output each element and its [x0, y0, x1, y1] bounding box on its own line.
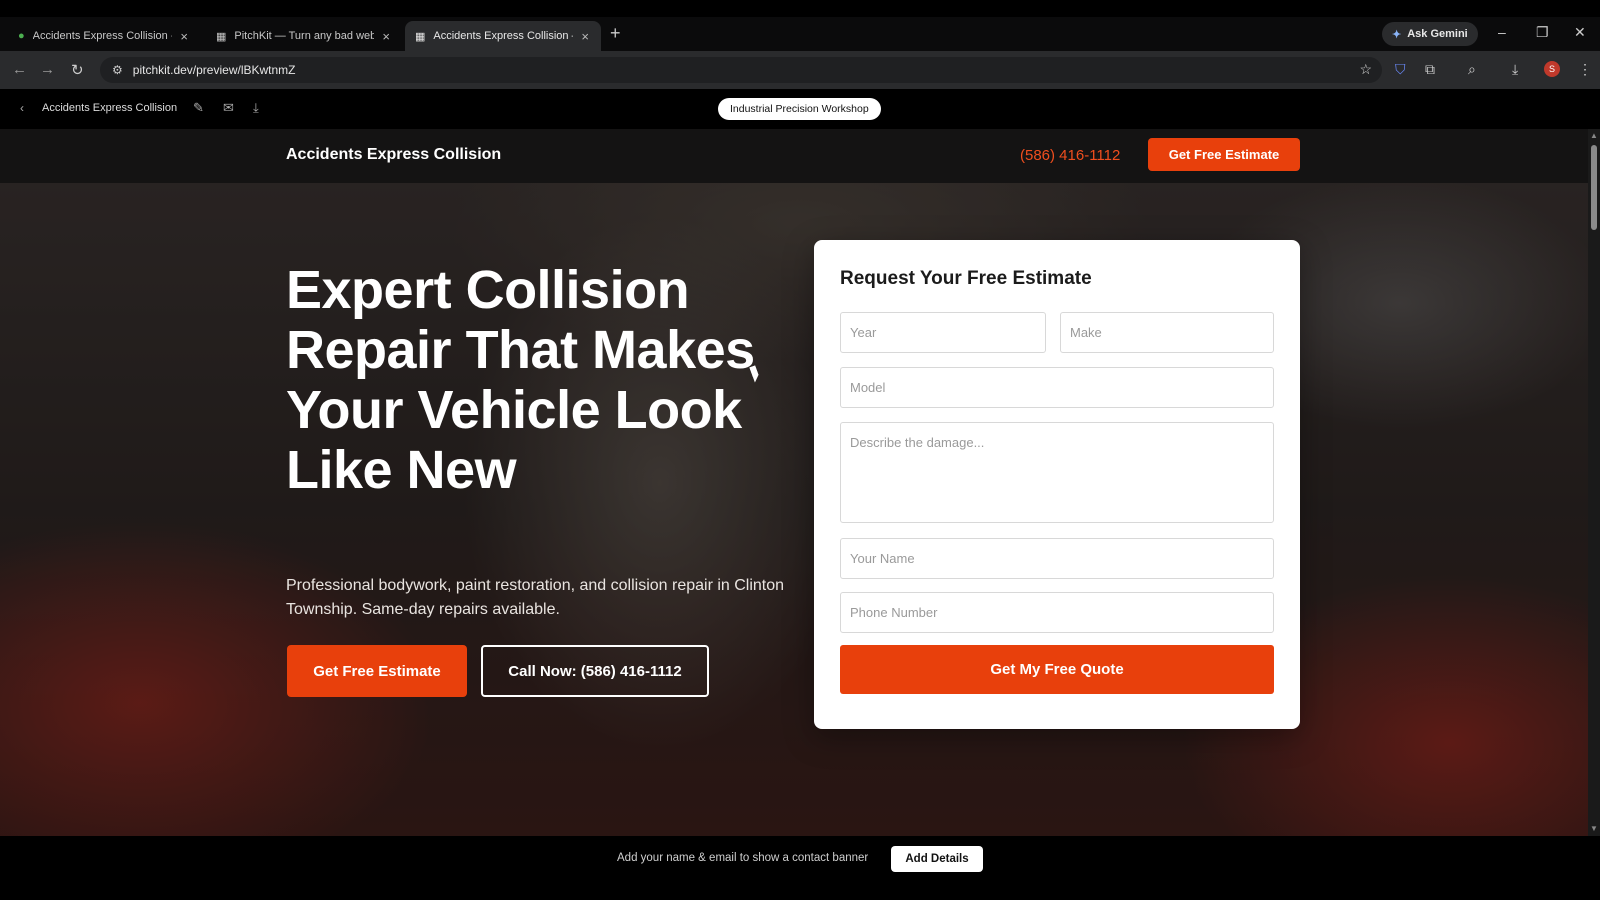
theme-pill[interactable]: Industrial Precision Workshop	[718, 98, 881, 120]
banner-prompt-text: Add your name & email to show a contact …	[617, 852, 869, 864]
nav-estimate-button[interactable]: Get Free Estimate	[1148, 138, 1300, 171]
browser-toolbar: ← → ↻ ⚙ pitchkit.dev/preview/lBKwtnmZ ☆ …	[0, 51, 1600, 89]
grid-icon: ▦	[415, 30, 426, 43]
scroll-down-icon[interactable]: ▼	[1590, 824, 1598, 833]
tab-title: Accidents Express Collision - Go	[32, 30, 173, 42]
hero-estimate-button[interactable]: Get Free Estimate	[287, 645, 467, 697]
bookmark-star-icon[interactable]: ☆	[1359, 61, 1372, 78]
damage-description-field[interactable]	[840, 422, 1274, 523]
grid-icon: ▦	[216, 30, 227, 43]
extensions-puzzle-icon[interactable]: ⧉	[1425, 61, 1435, 78]
browser-tab-2[interactable]: ▦ PitchKit — Turn any bad website ×	[206, 21, 400, 51]
minimize-icon[interactable]: –	[1498, 24, 1506, 40]
name-field[interactable]	[840, 538, 1274, 579]
year-field[interactable]	[840, 312, 1046, 353]
sparkle-icon: ✦	[1392, 28, 1402, 41]
hero-call-button[interactable]: Call Now: (586) 416-1112	[481, 645, 709, 697]
scroll-up-icon[interactable]: ▲	[1590, 131, 1598, 140]
make-field[interactable]	[1060, 312, 1274, 353]
ask-gemini-button[interactable]: ✦ Ask Gemini	[1382, 22, 1478, 46]
menu-dots-icon[interactable]: ⋮	[1578, 61, 1592, 78]
close-tab-icon[interactable]: ×	[581, 29, 589, 44]
page-scrollbar[interactable]	[1588, 129, 1600, 836]
tab-title: PitchKit — Turn any bad website	[234, 30, 375, 42]
pitchkit-top-bar: ‹ Accidents Express Collision ✎ ✉ ⤓ Indu…	[0, 89, 1600, 129]
site-nav: Accidents Express Collision (586) 416-11…	[0, 129, 1588, 183]
tab-title: Accidents Express Collision — P	[433, 30, 573, 42]
map-pin-icon: ●	[18, 30, 25, 42]
add-details-button[interactable]: Add Details	[891, 846, 983, 872]
site-info-icon[interactable]: ⚙	[112, 63, 123, 77]
contact-banner-prompt: Add your name & email to show a contact …	[0, 836, 1600, 900]
download-icon[interactable]: ⤓	[253, 100, 259, 116]
form-title: Request Your Free Estimate	[840, 268, 1092, 289]
profile-avatar[interactable]: S	[1544, 61, 1560, 77]
nav-phone-link[interactable]: (586) 416-1112	[1020, 147, 1120, 164]
reload-icon[interactable]: ↻	[71, 61, 84, 79]
forward-icon[interactable]: →	[40, 61, 55, 78]
hero-headline: Expert Collision Repair That Makes Your …	[286, 260, 755, 500]
pitchkit-site-name: Accidents Express Collision	[42, 102, 178, 114]
new-tab-button[interactable]: +	[610, 23, 621, 44]
browser-tab-1[interactable]: ● Accidents Express Collision - Go ×	[8, 21, 198, 51]
close-window-icon[interactable]: ✕	[1574, 24, 1586, 41]
close-tab-icon[interactable]: ×	[382, 29, 390, 44]
restore-icon[interactable]: ❐	[1536, 24, 1549, 41]
download-icon[interactable]: ⤓	[1512, 61, 1518, 78]
chevron-left-icon[interactable]: ‹	[20, 101, 24, 115]
hero-subhead: Professional bodywork, paint restoration…	[286, 577, 785, 618]
mail-icon[interactable]: ✉	[223, 100, 234, 116]
estimate-form: Request Your Free Estimate Get My Free Q…	[814, 240, 1300, 729]
model-field[interactable]	[840, 367, 1274, 408]
phone-field[interactable]	[840, 592, 1274, 633]
edit-pencil-icon[interactable]: ✎	[193, 100, 204, 116]
ask-gemini-label: Ask Gemini	[1407, 28, 1468, 40]
extension-shield-icon[interactable]: ⛉	[1395, 61, 1406, 78]
submit-quote-button[interactable]: Get My Free Quote	[840, 645, 1274, 694]
scrollbar-thumb[interactable]	[1591, 145, 1597, 230]
hero-overlay	[0, 183, 1588, 836]
browser-tab-3[interactable]: ▦ Accidents Express Collision — P ×	[405, 21, 601, 51]
site-brand[interactable]: Accidents Express Collision	[286, 146, 501, 164]
tab-search-icon[interactable]: ⌕	[1468, 61, 1476, 78]
website-preview: Accidents Express Collision (586) 416-11…	[0, 129, 1588, 836]
url-text: pitchkit.dev/preview/lBKwtnmZ	[132, 63, 296, 77]
address-bar[interactable]: ⚙ pitchkit.dev/preview/lBKwtnmZ ☆	[100, 57, 1382, 83]
close-tab-icon[interactable]: ×	[180, 29, 188, 44]
back-icon[interactable]: ←	[12, 61, 27, 78]
browser-tab-strip: ● Accidents Express Collision - Go × ▦ P…	[0, 17, 1600, 51]
